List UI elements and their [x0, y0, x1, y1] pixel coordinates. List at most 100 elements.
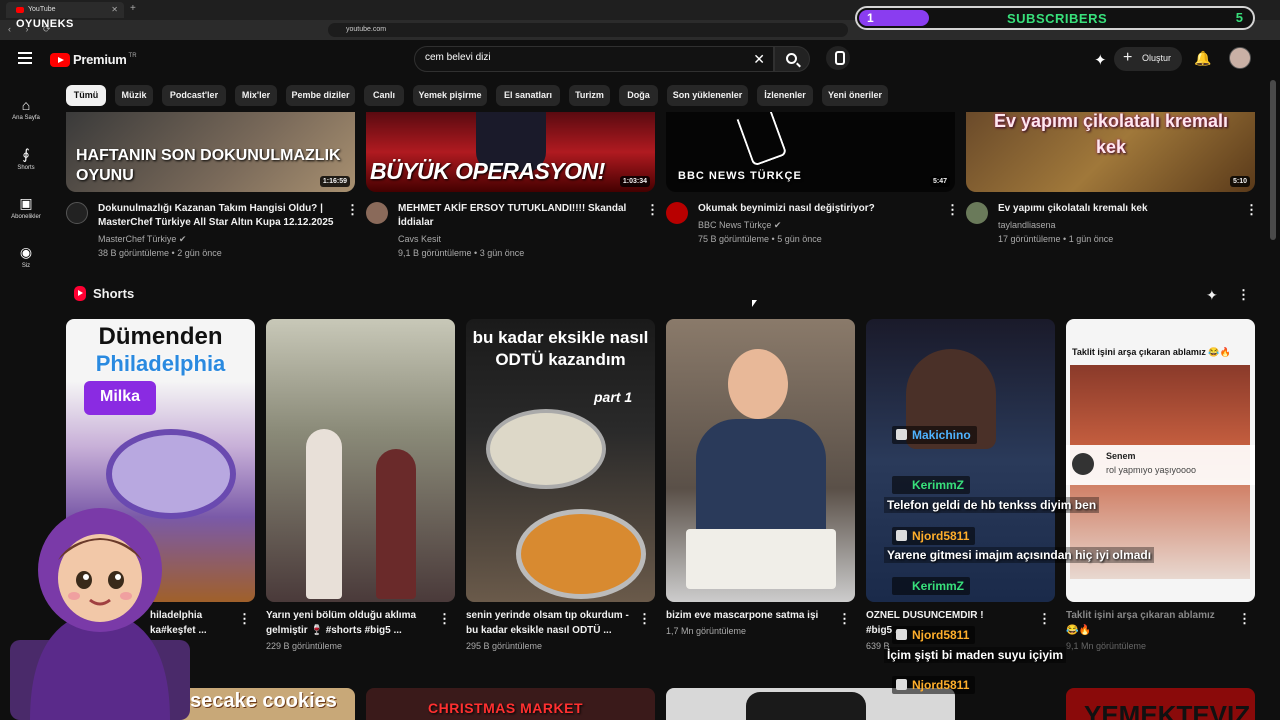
subscribers-goal: 5: [1235, 10, 1243, 25]
chip[interactable]: Tümü: [66, 85, 106, 106]
short-thumbnail[interactable]: [266, 319, 455, 602]
new-tab-icon[interactable]: +: [130, 3, 136, 14]
video-title[interactable]: Okumak beynimizi nasıl değiştiriyor?: [698, 202, 948, 216]
chat-message: Telefon geldi de hb tenkss diyim ben: [884, 497, 1100, 513]
dancer-2: [376, 449, 416, 599]
sidebar-item-shorts[interactable]: ∮ Shorts: [0, 137, 52, 177]
close-tab-icon[interactable]: ✕: [111, 5, 118, 14]
more-options-icon[interactable]: ⋮: [1245, 202, 1258, 218]
youtube-play-icon: [50, 52, 70, 67]
video-thumbnail[interactable]: CHRISTMAS MARKET: [366, 688, 655, 720]
sidebar-item-home[interactable]: ⌂ Ana Sayfa: [0, 88, 52, 128]
chip[interactable]: El sanatları: [496, 85, 560, 106]
more-options-icon[interactable]: ⋮: [1038, 611, 1051, 627]
thumbnail-text: YEMEKTEVIZ: [1084, 700, 1251, 720]
channel-avatar[interactable]: [66, 202, 88, 224]
chat-user-icon: [896, 629, 907, 640]
short-title[interactable]: bizim eve mascarpone satma işi: [666, 608, 841, 623]
chip[interactable]: Canlı: [364, 85, 404, 106]
short-thumb-title: bu kadar eksikle nasıl ODTÜ kazandım: [472, 328, 649, 369]
short-title[interactable]: Yarın yeni bölüm olduğu aklıma gelmiştir …: [266, 608, 441, 638]
more-options-icon[interactable]: ⋮: [838, 611, 851, 627]
chip[interactable]: Doğa: [619, 85, 658, 106]
chip[interactable]: Mix'ler: [235, 85, 277, 106]
plus-icon: +: [1123, 49, 1133, 66]
short-thumbnail[interactable]: [666, 319, 855, 602]
short-thumbnail[interactable]: bu kadar eksikle nasıl ODTÜ kazandım par…: [466, 319, 655, 602]
notifications-bell-icon[interactable]: 🔔: [1194, 50, 1211, 67]
chat-username: Njord5811: [892, 676, 976, 694]
chat-user-icon: [896, 479, 907, 490]
search-box: ✕: [414, 46, 774, 72]
clear-search-icon[interactable]: ✕: [753, 51, 765, 68]
thumbnail-text: CHRISTMAS MARKET: [428, 700, 583, 716]
video-thumbnail[interactable]: YEMEKTEVIZ: [1066, 688, 1255, 720]
short-views: 9,1 Mn görüntüleme: [1066, 641, 1147, 651]
video-thumbnail[interactable]: BBC NEWS TÜRKÇE 5:47: [666, 112, 955, 192]
more-options-icon[interactable]: ⋮: [346, 202, 359, 218]
subscribers-label: SUBSCRIBERS: [1007, 11, 1108, 26]
channel-name: MasterChef Türkiye: [98, 234, 177, 244]
search-input[interactable]: [425, 52, 725, 63]
hamburger-menu-icon[interactable]: [18, 52, 32, 64]
chat-username: Njord5811: [892, 527, 976, 545]
video-title[interactable]: Dokunulmazlığı Kazanan Takım Hangisi Old…: [98, 202, 348, 230]
chip[interactable]: Podcast'ler: [162, 85, 226, 106]
video-duration: 5:10: [1229, 176, 1250, 187]
voice-search-button[interactable]: [826, 46, 850, 70]
page-scrollbar[interactable]: [1270, 80, 1276, 240]
sidebar-item-subscriptions[interactable]: ▣ Abonelikler: [0, 186, 52, 226]
chip[interactable]: Son yüklenenler: [667, 85, 748, 106]
create-button[interactable]: + Oluştur: [1114, 47, 1182, 71]
channel-avatar[interactable]: [966, 202, 988, 224]
chat-user-icon: [896, 679, 907, 690]
channel-avatar[interactable]: [366, 202, 388, 224]
more-options-icon[interactable]: ⋮: [438, 611, 451, 627]
chip[interactable]: Müzik: [115, 85, 153, 106]
chat-user-icon: [896, 580, 907, 591]
channel-name: BBC News Türkçe: [698, 220, 772, 230]
chip[interactable]: Yemek pişirme: [413, 85, 487, 106]
commenter-avatar: [1072, 453, 1094, 475]
shorts-icon: ∮: [22, 146, 30, 162]
video-thumbnail[interactable]: BÜYÜK OPERASYON! 1:03:34: [366, 112, 655, 192]
more-options-icon[interactable]: ⋮: [638, 611, 651, 627]
shorts-title: Shorts: [93, 286, 135, 301]
short-title[interactable]: Taklit işini arşa çıkaran ablamız 😂🔥: [1066, 608, 1241, 638]
shorts-more-icon[interactable]: ⋮: [1237, 287, 1250, 303]
soup-bowl: [486, 409, 606, 489]
more-options-icon[interactable]: ⋮: [238, 611, 251, 627]
url-field[interactable]: youtube.com: [328, 23, 848, 37]
dancer-1: [306, 429, 342, 599]
chip[interactable]: Yeni öneriler: [822, 85, 888, 106]
sidebar-label: Ana Sayfa: [12, 115, 40, 121]
short-views: 229 B görüntüleme: [266, 641, 343, 651]
more-options-icon[interactable]: ⋮: [646, 202, 659, 218]
chip[interactable]: Turizm: [569, 85, 610, 106]
video-title[interactable]: Ev yapımı çikolatalı kremalı kek: [998, 202, 1248, 216]
account-avatar[interactable]: [1229, 47, 1251, 69]
video-meta: Cavs Kesit 9,1 B görüntüleme • 3 gün önce: [398, 234, 525, 258]
chip[interactable]: İzlenenler: [757, 85, 813, 106]
search-icon: [786, 53, 797, 64]
video-title[interactable]: MEHMET AKİF ERSOY TUTUKLANDI!!!! Skandal…: [398, 202, 648, 230]
chat-user-icon: [896, 530, 907, 541]
brand-text: Premium: [73, 52, 127, 67]
search-button[interactable]: [774, 46, 810, 72]
account-icon: ◉: [19, 244, 33, 260]
channel-avatar[interactable]: [666, 202, 688, 224]
shorts-sparkle-icon[interactable]: ✦: [1206, 287, 1218, 304]
browser-tab[interactable]: YouTube ✕: [6, 2, 124, 18]
video-thumbnail[interactable]: Ev yapımı çikolatalı kremalı kek 5:10: [966, 112, 1255, 192]
short-views: 1,7 Mn görüntüleme: [666, 626, 747, 636]
video-thumbnail[interactable]: esecake cookies: [175, 688, 355, 720]
channel-name: Cavs Kesit: [398, 234, 442, 244]
chip[interactable]: Pembe diziler: [286, 85, 355, 106]
more-options-icon[interactable]: ⋮: [1238, 611, 1251, 627]
ask-sparkle-icon[interactable]: ✦: [1094, 51, 1107, 69]
sidebar-item-you[interactable]: ◉ Siz: [0, 235, 52, 275]
video-thumbnail[interactable]: HAFTANIN SON DOKUNULMAZLIK OYUNU 1:16:59: [66, 112, 355, 192]
short-title[interactable]: senin yerinde olsam tıp okurdum - bu kada…: [466, 608, 641, 638]
youtube-logo[interactable]: Premium TR: [50, 52, 137, 67]
more-options-icon[interactable]: ⋮: [946, 202, 959, 218]
